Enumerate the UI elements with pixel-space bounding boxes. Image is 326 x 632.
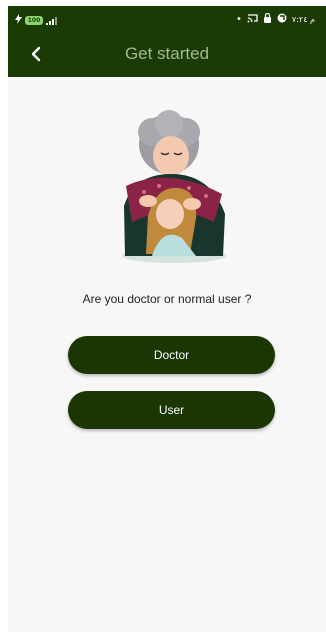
clock-text: م ٧:٢٤ xyxy=(291,15,315,24)
grandmother-hugging-child-illustration xyxy=(114,106,244,276)
phone-screen: 100 • م ٧:٢٤ Get started Are you doctor … xyxy=(8,6,326,632)
lock-icon xyxy=(263,12,272,26)
app-bar: Get started xyxy=(8,34,326,77)
signal-icon xyxy=(46,16,57,25)
status-right: • م ٧:٢٤ xyxy=(236,12,315,26)
role-question: Are you doctor or normal user ? xyxy=(82,292,252,306)
cast-icon xyxy=(247,13,258,26)
lightning-icon xyxy=(15,14,22,27)
user-button[interactable]: User xyxy=(68,391,275,429)
doctor-button[interactable]: Doctor xyxy=(68,336,275,374)
status-left: 100 xyxy=(15,14,57,27)
status-bar: 100 • م ٧:٢٤ xyxy=(8,6,326,34)
shield-icon xyxy=(277,13,287,26)
battery-icon: 100 xyxy=(25,16,43,25)
dot-icon: • xyxy=(236,13,242,25)
page-title: Get started xyxy=(124,44,210,63)
